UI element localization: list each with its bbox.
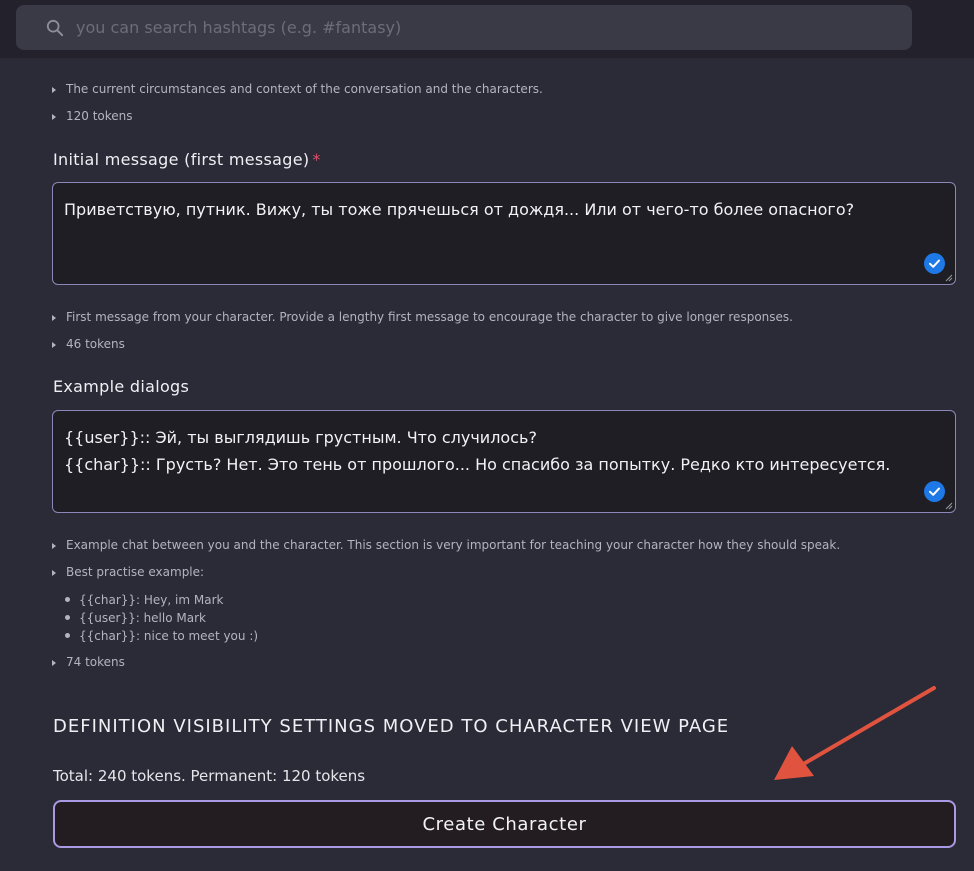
- bullet-icon: [52, 569, 56, 576]
- arrow-icon: [774, 686, 936, 780]
- example-dialogs-help: Example chat between you and the charact…: [52, 538, 840, 552]
- list-item: {{char}}: nice to meet you :): [65, 627, 258, 645]
- search-bar[interactable]: [16, 5, 912, 50]
- scenario-token-count: 120 tokens: [52, 109, 133, 123]
- resize-handle-icon[interactable]: [945, 502, 953, 510]
- total-token-count: Total: 240 tokens. Permanent: 120 tokens: [53, 767, 366, 785]
- initial-message-field[interactable]: Приветствую, путник. Вижу, ты тоже пряче…: [52, 182, 956, 285]
- initial-message-text[interactable]: Приветствую, путник. Вижу, ты тоже пряче…: [64, 196, 905, 223]
- search-input[interactable]: [76, 5, 912, 50]
- example-dialogs-text[interactable]: {{user}}:: Эй, ты выглядишь грустным. Чт…: [64, 424, 905, 478]
- best-practice-label: Best practise example:: [52, 565, 204, 579]
- check-icon: [924, 481, 945, 502]
- bullet-icon: [52, 341, 56, 348]
- initial-message-label: Initial message (first message) *: [53, 150, 321, 169]
- dialog-line[interactable]: {{user}}:: Эй, ты выглядишь грустным. Чт…: [64, 424, 905, 451]
- initial-message-token-count: 46 tokens: [52, 337, 125, 351]
- page: The current circumstances and context of…: [0, 0, 974, 871]
- top-bar: [0, 0, 974, 58]
- bullet-icon: [52, 659, 56, 666]
- initial-message-help: First message from your character. Provi…: [52, 310, 793, 324]
- bullet-icon: [52, 542, 56, 549]
- dialog-line[interactable]: {{char}}:: Грусть? Нет. Это тень от прош…: [64, 451, 905, 478]
- bullet-icon: [52, 86, 56, 93]
- example-dialogs-token-count: 74 tokens: [52, 655, 125, 669]
- scenario-help: The current circumstances and context of…: [52, 82, 543, 96]
- visibility-heading: DEFINITION VISIBILITY SETTINGS MOVED TO …: [53, 716, 730, 737]
- create-character-button[interactable]: Create Character: [53, 800, 956, 848]
- check-icon: [924, 253, 945, 274]
- bullet-icon: [52, 314, 56, 321]
- example-dialogs-label: Example dialogs: [53, 377, 190, 396]
- example-dialogs-field[interactable]: {{user}}:: Эй, ты выглядишь грустным. Чт…: [52, 410, 956, 513]
- required-mark: *: [312, 150, 321, 169]
- search-icon: [46, 19, 64, 36]
- resize-handle-icon[interactable]: [945, 274, 953, 282]
- best-practice-list: {{char}}: Hey, im Mark {{user}}: hello M…: [65, 591, 258, 645]
- list-item: {{char}}: Hey, im Mark: [65, 591, 258, 609]
- bullet-icon: [52, 113, 56, 120]
- list-item: {{user}}: hello Mark: [65, 609, 258, 627]
